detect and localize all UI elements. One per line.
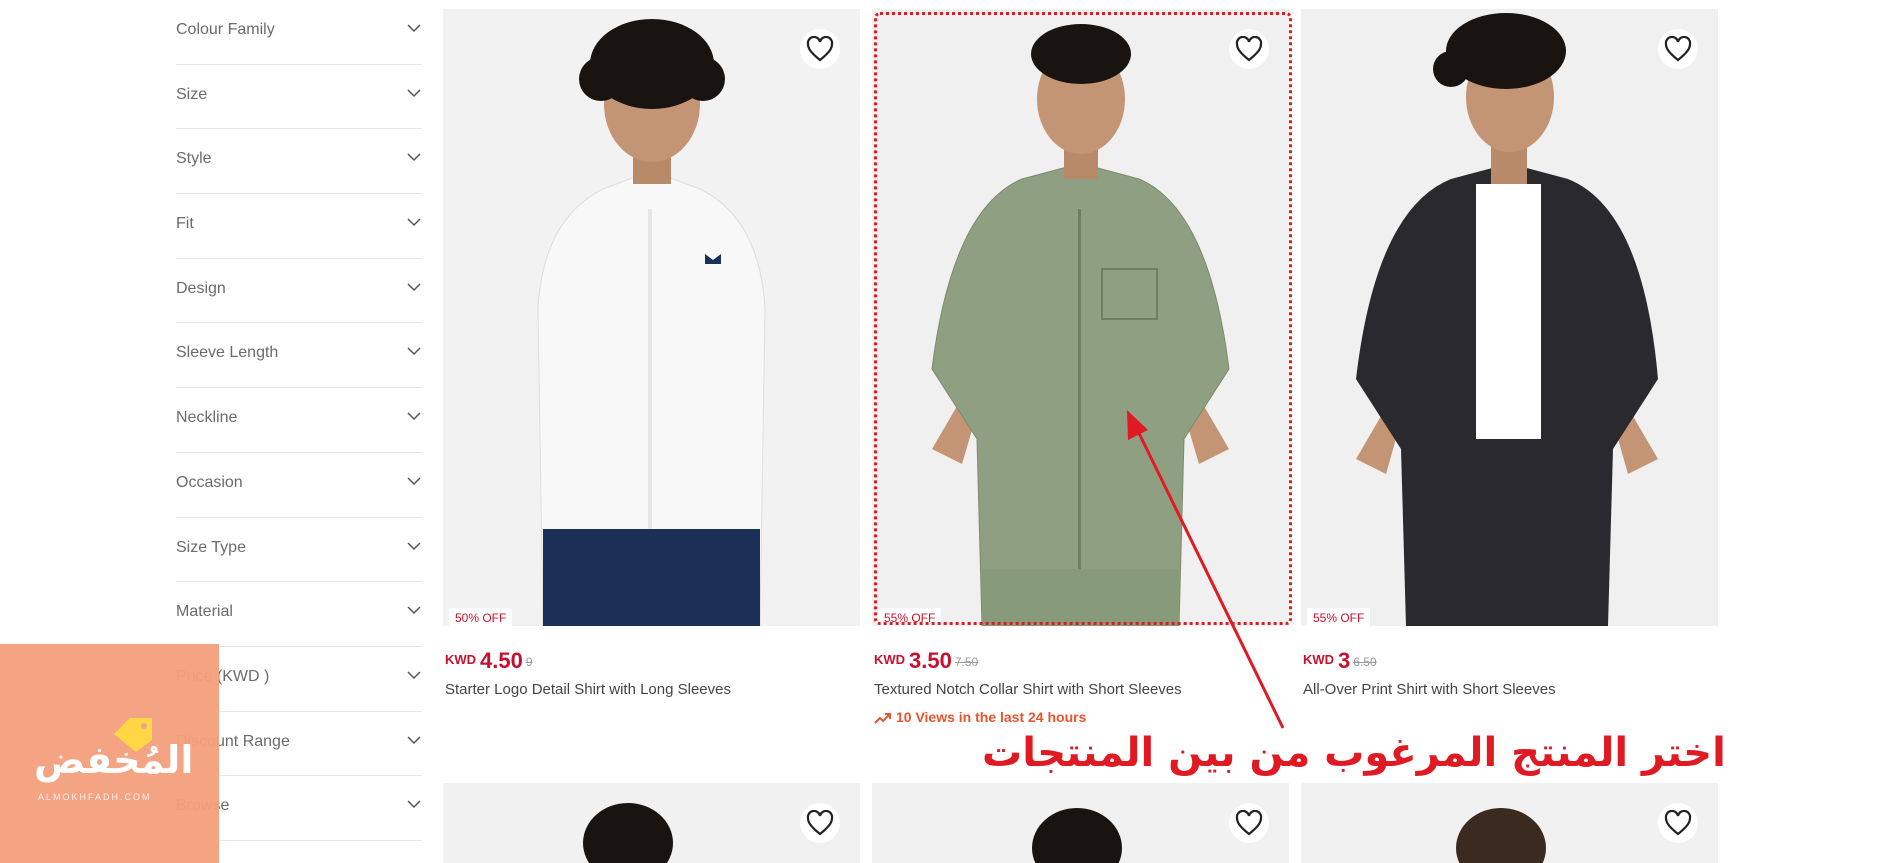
views-text: 10 Views in the last 24 hours <box>896 709 1087 725</box>
heart-icon <box>806 810 834 836</box>
chevron-down-icon <box>407 218 421 227</box>
wishlist-button[interactable] <box>1229 803 1269 843</box>
product-name[interactable]: Textured Notch Collar Shirt with Short S… <box>874 681 1182 698</box>
filter-label: Design <box>176 279 226 297</box>
filter-label: Sleeve Length <box>176 344 279 362</box>
old-price: 9 <box>525 655 533 669</box>
chevron-down-icon <box>407 671 421 679</box>
chevron-down-icon <box>407 736 421 744</box>
chevron-down-icon <box>407 153 421 162</box>
filter-neckline[interactable]: Neckline <box>176 388 422 453</box>
filter-label: Colour Family <box>176 21 275 38</box>
filter-label: Size <box>176 85 208 103</box>
filter-fit[interactable]: Fit <box>176 194 422 259</box>
chevron-down-icon <box>407 477 421 485</box>
product-card[interactable] <box>872 783 1289 863</box>
heart-icon <box>1664 810 1692 836</box>
product-card[interactable] <box>1301 783 1718 863</box>
model-photo <box>1301 783 1718 863</box>
filter-material[interactable]: Material <box>176 582 422 647</box>
chevron-down-icon <box>407 606 421 615</box>
views-indicator: 10 Views in the last 24 hours <box>874 709 1086 725</box>
price: KWD 3.50 7.50 <box>874 648 978 674</box>
wishlist-button[interactable] <box>1658 803 1698 843</box>
current-price: 3 <box>1338 648 1351 673</box>
discount-badge: 50% OFF <box>449 608 513 626</box>
discount-badge: 55% OFF <box>1307 608 1371 626</box>
chevron-down-icon <box>407 412 421 421</box>
chevron-down-icon <box>407 24 421 33</box>
heart-icon <box>1235 36 1263 62</box>
model-photo <box>1301 9 1718 626</box>
old-price: 7.50 <box>954 655 979 669</box>
product-name[interactable]: All-Over Print Shirt with Short Sleeves <box>1303 681 1556 698</box>
filter-label: Material <box>176 603 233 621</box>
filter-label: Size Type <box>176 538 246 556</box>
filter-size-type[interactable]: Size Type <box>176 518 422 583</box>
watermark-logo: المُخفض ALMOKHFADH.COM <box>0 644 219 863</box>
product-name[interactable]: Starter Logo Detail Shirt with Long Slee… <box>445 681 731 698</box>
currency-label: KWD <box>1303 652 1335 667</box>
currency-label: KWD <box>874 652 906 667</box>
model-photo <box>872 9 1289 626</box>
current-price: 3.50 <box>909 648 952 673</box>
chevron-down-icon <box>407 347 421 356</box>
model-photo <box>443 783 860 863</box>
wishlist-button[interactable] <box>1229 29 1269 69</box>
product-image[interactable]: 50% OFF <box>443 9 860 626</box>
wishlist-button[interactable] <box>1658 29 1698 69</box>
filter-label: Occasion <box>176 473 243 491</box>
product-card[interactable] <box>443 783 860 863</box>
current-price: 4.50 <box>480 648 523 673</box>
filter-label: Fit <box>176 215 194 233</box>
old-price: 6.50 <box>1353 655 1377 669</box>
price: KWD 3 6.50 <box>1303 648 1377 674</box>
trending-up-icon <box>874 713 891 724</box>
annotation-text: اختر المنتج المرغوب من بين المنتجات <box>982 730 1726 776</box>
filter-label: Neckline <box>176 409 238 427</box>
filter-colour-family[interactable]: Colour Family <box>176 0 422 65</box>
product-image[interactable]: 55% OFF <box>1301 9 1718 626</box>
model-photo <box>872 783 1289 863</box>
wishlist-button[interactable] <box>800 803 840 843</box>
chevron-down-icon <box>407 541 421 550</box>
wishlist-button[interactable] <box>800 29 840 69</box>
heart-icon <box>1235 810 1263 836</box>
model-photo <box>443 9 860 626</box>
chevron-down-icon <box>407 800 421 809</box>
logo-text: المُخفض <box>34 738 194 782</box>
currency-label: KWD <box>445 652 477 667</box>
filter-label: Style <box>176 150 212 168</box>
product-image[interactable]: 55% OFF <box>872 9 1289 626</box>
chevron-down-icon <box>407 89 421 97</box>
logo-subtext: ALMOKHFADH.COM <box>38 792 152 802</box>
filter-size[interactable]: Size <box>176 65 422 130</box>
filter-design[interactable]: Design <box>176 259 422 324</box>
filter-sleeve-length[interactable]: Sleeve Length <box>176 323 422 389</box>
chevron-down-icon <box>407 283 421 291</box>
price: KWD 4.50 9 <box>445 648 533 674</box>
filter-occasion[interactable]: Occasion <box>176 453 422 518</box>
discount-badge: 55% OFF <box>878 608 942 626</box>
heart-icon <box>806 36 834 62</box>
filter-style[interactable]: Style <box>176 129 422 195</box>
heart-icon <box>1664 36 1692 62</box>
